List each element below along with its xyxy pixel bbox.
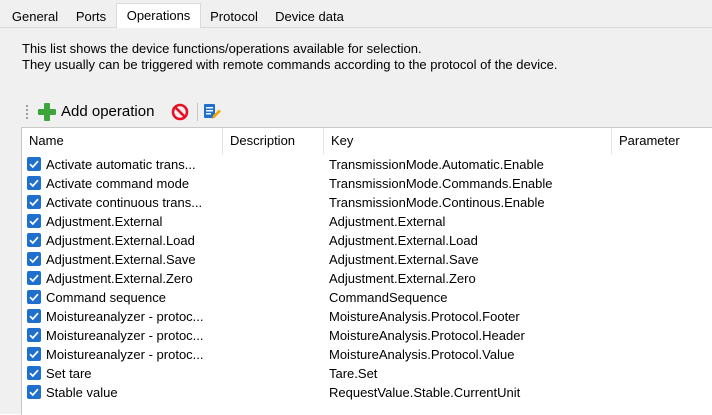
row-parameter (616, 231, 712, 250)
edit-icon[interactable] (202, 102, 222, 122)
row-name: Command sequence (46, 290, 166, 305)
row-checkbox[interactable] (27, 214, 41, 228)
tab-protocol[interactable]: Protocol (203, 6, 265, 27)
row-parameter (616, 364, 712, 383)
table-row[interactable]: Command sequence CommandSequence (22, 288, 712, 307)
row-checkbox[interactable] (27, 252, 41, 266)
row-description (228, 155, 326, 174)
row-name: Activate command mode (46, 176, 190, 191)
column-header-description[interactable]: Description (223, 128, 323, 154)
row-key: Adjustment.External (329, 214, 446, 229)
row-name: Stable value (46, 385, 118, 400)
row-description (228, 269, 326, 288)
row-description (228, 250, 326, 269)
row-key: CommandSequence (329, 290, 448, 305)
toolbar-separator (197, 103, 198, 121)
row-description (228, 212, 326, 231)
tab-device-data[interactable]: Device data (267, 6, 352, 27)
row-key: TransmissionMode.Commands.Enable (329, 176, 553, 191)
row-key: MoistureAnalysis.Protocol.Footer (329, 309, 520, 324)
row-name: Adjustment.External.Load (46, 233, 195, 248)
table-row[interactable]: Stable value RequestValue.Stable.CurrentU… (22, 383, 712, 402)
row-checkbox[interactable] (27, 366, 41, 380)
row-name: Set tare (46, 366, 92, 381)
row-name: Moistureanalyzer - protoc... (46, 328, 204, 343)
row-parameter (616, 269, 712, 288)
row-description (228, 307, 326, 326)
row-parameter (616, 307, 712, 326)
tab-operations[interactable]: Operations (116, 3, 201, 28)
row-description (228, 231, 326, 250)
toolbar: Add operation (20, 100, 700, 124)
table-row[interactable]: Activate command mode TransmissionMode.Co… (22, 174, 712, 193)
row-key: Adjustment.External.Load (329, 233, 478, 248)
add-operation-label: Add operation (61, 103, 155, 120)
row-parameter (616, 288, 712, 307)
table-row[interactable]: Activate continuous trans... Transmission… (22, 193, 712, 212)
row-description (228, 364, 326, 383)
row-checkbox[interactable] (27, 309, 41, 323)
row-key: MoistureAnalysis.Protocol.Value (329, 347, 515, 362)
table-row[interactable]: Adjustment.External Adjustment.External (22, 212, 712, 231)
row-parameter (616, 326, 712, 345)
row-name: Activate automatic trans... (46, 157, 196, 172)
row-parameter (616, 345, 712, 364)
tab-strip: General Ports Operations Protocol Device… (0, 0, 712, 28)
description-line-2: They usually can be triggered with remot… (22, 57, 558, 72)
row-description (228, 326, 326, 345)
add-icon (38, 103, 56, 121)
table-row[interactable]: Set tare Tare.Set (22, 364, 712, 383)
operations-table[interactable]: Name Description Key Parameter Activate … (21, 127, 712, 415)
row-description (228, 193, 326, 212)
row-description (228, 383, 326, 402)
row-key: Tare.Set (329, 366, 378, 381)
row-checkbox[interactable] (27, 328, 41, 342)
row-key: TransmissionMode.Automatic.Enable (329, 157, 544, 172)
column-header-parameter[interactable]: Parameter (612, 128, 712, 154)
row-key: Adjustment.External.Zero (329, 271, 476, 286)
table-row[interactable]: Adjustment.External.Zero Adjustment.Exter… (22, 269, 712, 288)
table-row[interactable]: Adjustment.External.Load Adjustment.Exter… (22, 231, 712, 250)
column-header-name[interactable]: Name (22, 128, 222, 154)
row-description (228, 345, 326, 364)
row-checkbox[interactable] (27, 385, 41, 399)
table-row[interactable]: Activate automatic trans... TransmissionM… (22, 155, 712, 174)
row-parameter (616, 155, 712, 174)
row-parameter (616, 212, 712, 231)
row-name: Moistureanalyzer - protoc... (46, 347, 204, 362)
row-name: Adjustment.External (46, 214, 163, 229)
row-checkbox[interactable] (27, 176, 41, 190)
column-header-key[interactable]: Key (324, 128, 611, 154)
row-description (228, 174, 326, 193)
table-row[interactable]: Moistureanalyzer - protoc... MoistureAnal… (22, 326, 712, 345)
row-name: Adjustment.External.Save (46, 252, 196, 267)
row-parameter (616, 383, 712, 402)
row-key: TransmissionMode.Continous.Enable (329, 195, 545, 210)
row-checkbox[interactable] (27, 195, 41, 209)
table-header: Name Description Key Parameter (22, 128, 712, 154)
row-parameter (616, 174, 712, 193)
row-checkbox[interactable] (27, 157, 41, 171)
row-name: Moistureanalyzer - protoc... (46, 309, 204, 324)
row-name: Activate continuous trans... (46, 195, 203, 210)
table-row[interactable]: Adjustment.External.Save Adjustment.Exter… (22, 250, 712, 269)
row-key: MoistureAnalysis.Protocol.Header (329, 328, 525, 343)
row-checkbox[interactable] (27, 233, 41, 247)
row-description (228, 288, 326, 307)
row-checkbox[interactable] (27, 271, 41, 285)
table-row[interactable]: Moistureanalyzer - protoc... MoistureAnal… (22, 345, 712, 364)
row-parameter (616, 250, 712, 269)
row-key: Adjustment.External.Save (329, 252, 479, 267)
tab-general[interactable]: General (4, 6, 66, 27)
row-key: RequestValue.Stable.CurrentUnit (329, 385, 521, 400)
table-row[interactable]: Moistureanalyzer - protoc... MoistureAnal… (22, 307, 712, 326)
row-name: Adjustment.External.Zero (46, 271, 193, 286)
row-parameter (616, 193, 712, 212)
row-checkbox[interactable] (27, 290, 41, 304)
description-line-1: This list shows the device functions/ope… (22, 41, 422, 56)
row-checkbox[interactable] (27, 347, 41, 361)
remove-icon[interactable] (171, 103, 189, 121)
toolbar-grip-icon[interactable] (26, 104, 28, 120)
tab-ports[interactable]: Ports (68, 6, 114, 27)
